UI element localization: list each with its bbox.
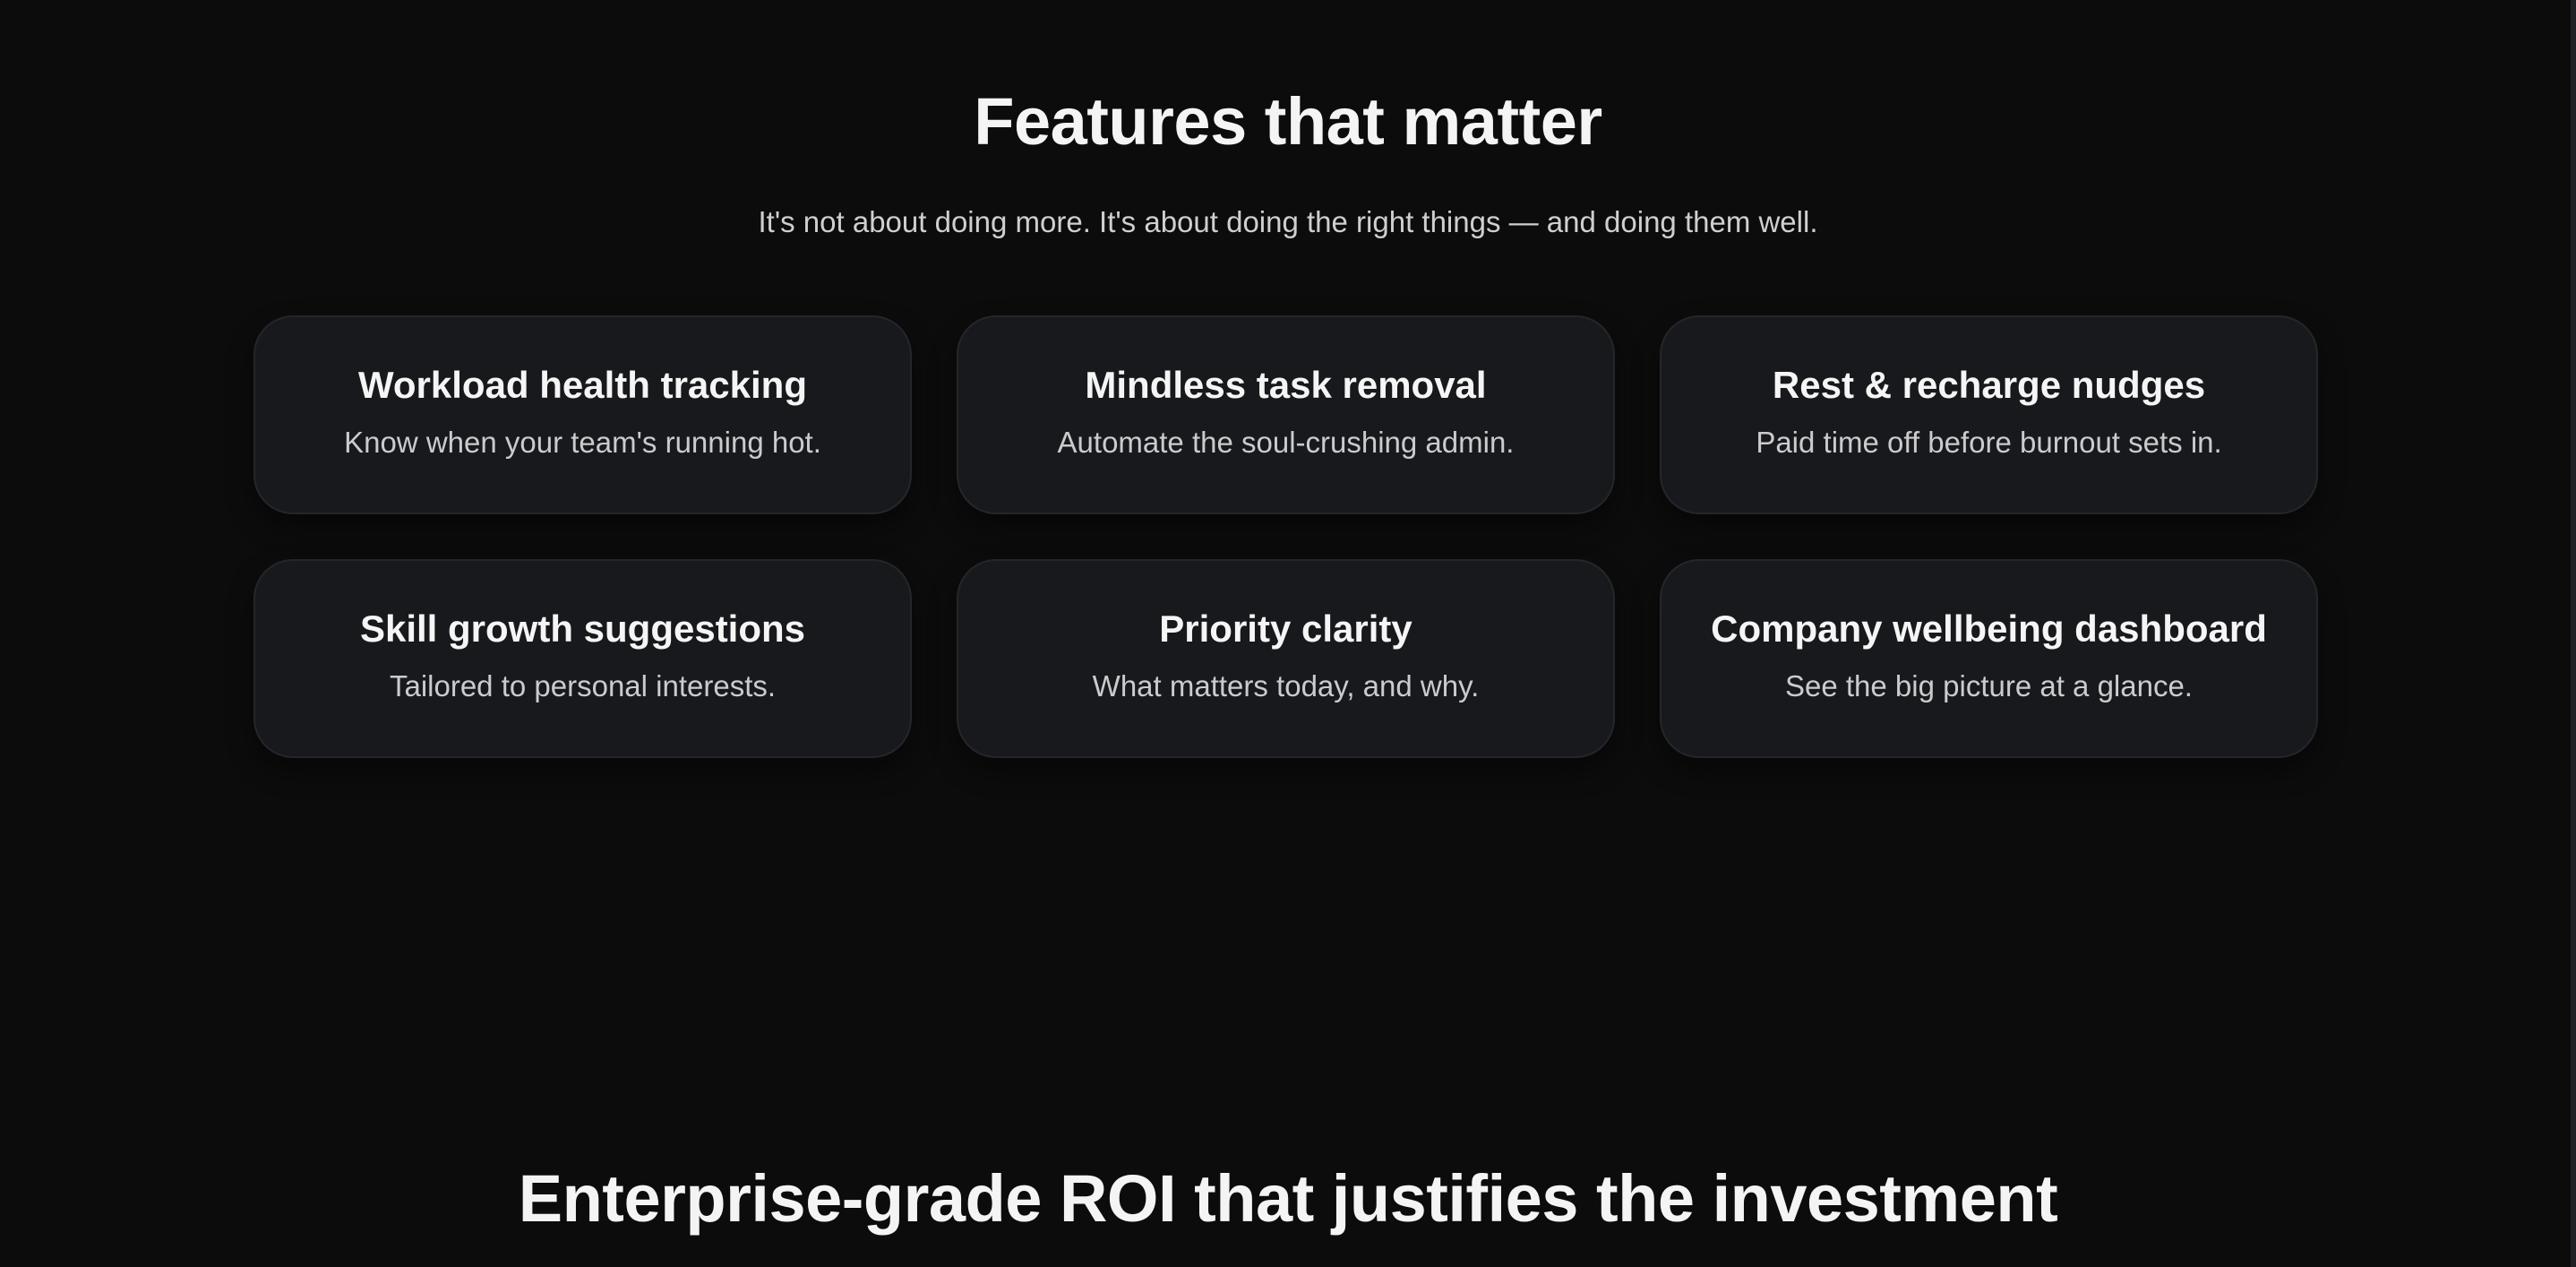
feature-card-rest-recharge[interactable]: Rest & recharge nudges Paid time off bef… (1660, 315, 2318, 514)
feature-card-title: Workload health tracking (358, 364, 807, 406)
feature-card-title: Mindless task removal (1085, 364, 1487, 406)
feature-card-priority-clarity[interactable]: Priority clarity What matters today, and… (957, 559, 1615, 758)
feature-card-description: Tailored to personal interests. (389, 669, 777, 702)
feature-card-title: Rest & recharge nudges (1772, 364, 2206, 406)
feature-card-wellbeing-dashboard[interactable]: Company wellbeing dashboard See the big … (1660, 559, 2318, 758)
feature-card-title: Company wellbeing dashboard (1711, 608, 2267, 650)
roi-heading: Enterprise-grade ROI that justifies the … (518, 1161, 2058, 1236)
features-grid: Workload health tracking Know when your … (253, 315, 2318, 758)
feature-card-workload-health[interactable]: Workload health tracking Know when your … (253, 315, 912, 514)
feature-card-skill-growth[interactable]: Skill growth suggestions Tailored to per… (253, 559, 912, 758)
window-right-edge (2571, 0, 2576, 1267)
feature-card-description: Paid time off before burnout sets in. (1756, 426, 2222, 459)
feature-card-description: What matters today, and why. (1092, 669, 1480, 702)
features-subtitle: It's not about doing more. It's about do… (758, 205, 1818, 238)
feature-card-description: Automate the soul-crushing admin. (1057, 426, 1515, 459)
feature-card-task-removal[interactable]: Mindless task removal Automate the soul-… (957, 315, 1615, 514)
feature-card-description: Know when your team's running hot. (344, 426, 821, 459)
feature-card-description: See the big picture at a glance. (1785, 669, 2193, 702)
feature-card-title: Skill growth suggestions (359, 608, 806, 650)
features-heading: Features that matter (974, 84, 1602, 159)
feature-card-title: Priority clarity (1159, 608, 1413, 650)
